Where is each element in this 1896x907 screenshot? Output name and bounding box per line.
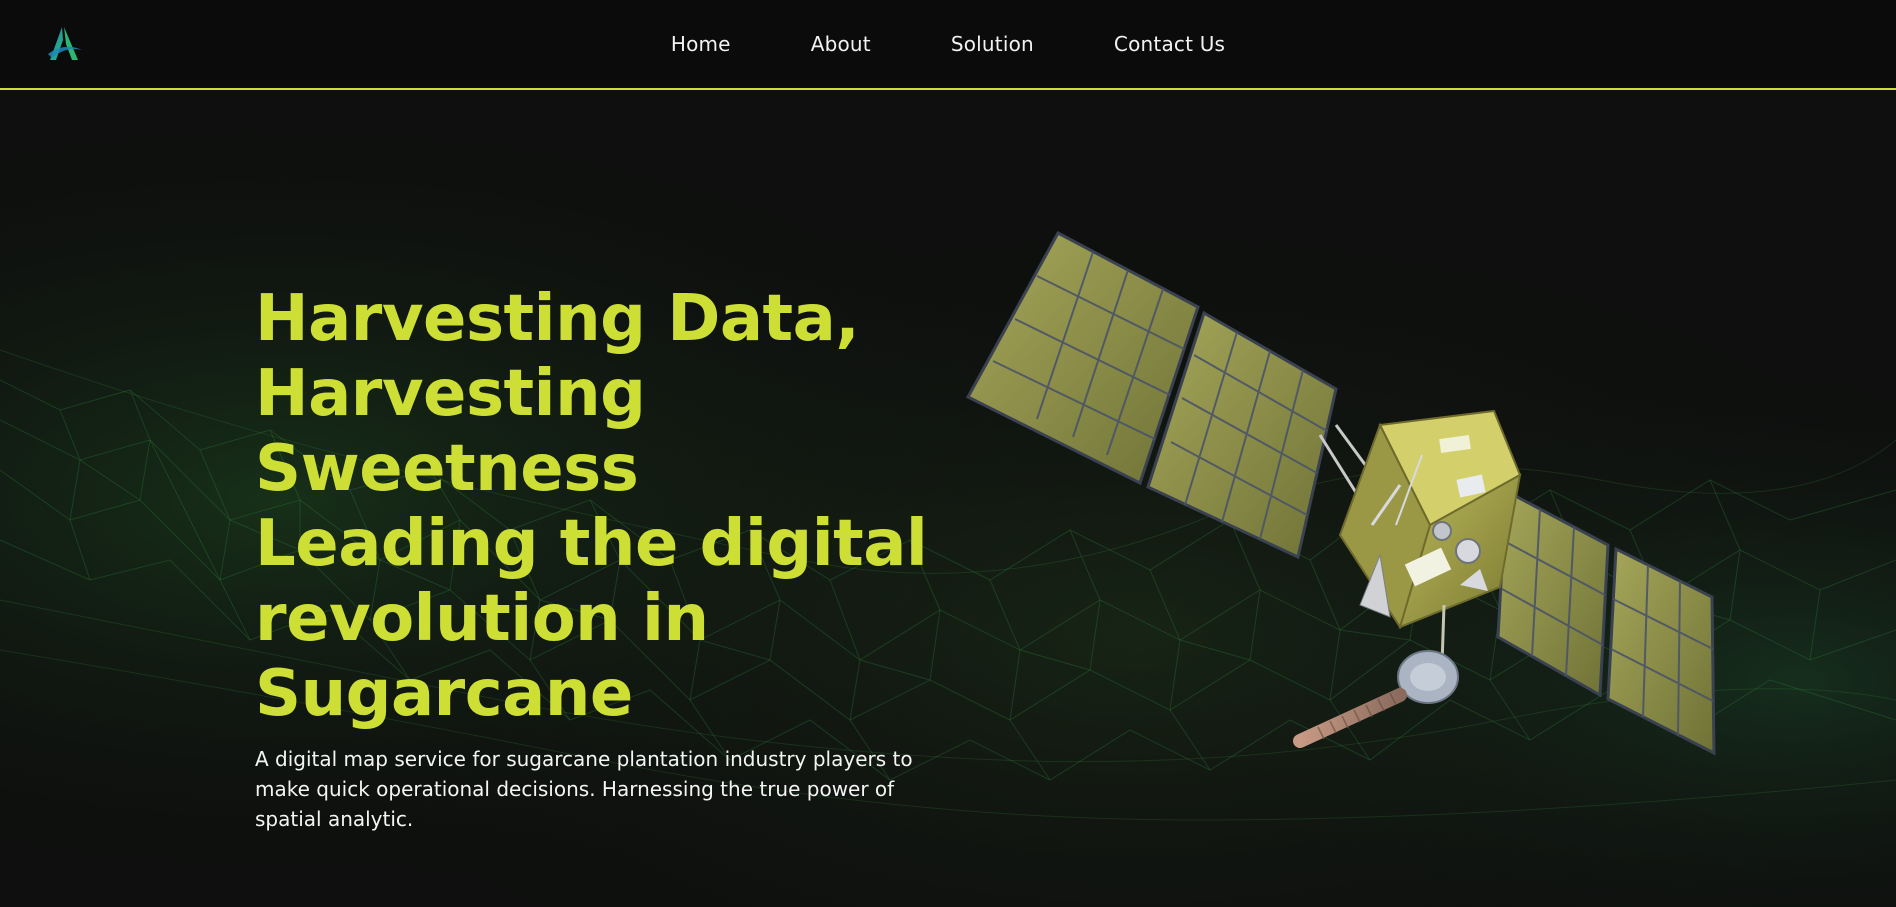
hero-title-line: Sweetness (255, 432, 639, 506)
right-solar-panel (1496, 488, 1716, 756)
satellite-body (1338, 409, 1522, 630)
main-nav: Home About Solution Contact Us (0, 0, 1896, 88)
hero-description: A digital map service for sugarcane plan… (255, 747, 913, 831)
hero-title-line: Harvesting (255, 357, 646, 431)
top-navbar: Home About Solution Contact Us (0, 0, 1896, 90)
nav-link-contact-us[interactable]: Contact Us (1074, 32, 1265, 56)
hero-text: Harvesting Data, Harvesting Sweetness Le… (255, 282, 955, 834)
antenna-boom (1293, 604, 1459, 748)
hero-title-line: Harvesting Data, (255, 282, 860, 356)
hero-title-line: Sugarcane (255, 657, 633, 731)
left-solar-panel (965, 230, 1338, 560)
satellite-illustration (965, 230, 1716, 756)
page: Home About Solution Contact Us Harvestin… (0, 0, 1896, 907)
nav-link-about[interactable]: About (771, 32, 911, 56)
nav-link-home[interactable]: Home (631, 32, 771, 56)
nav-link-solution[interactable]: Solution (911, 32, 1074, 56)
hero-title-line: Leading the digital (255, 507, 928, 581)
hero-title: Harvesting Data, Harvesting Sweetness Le… (255, 282, 955, 732)
hero-title-line: revolution in (255, 582, 709, 656)
